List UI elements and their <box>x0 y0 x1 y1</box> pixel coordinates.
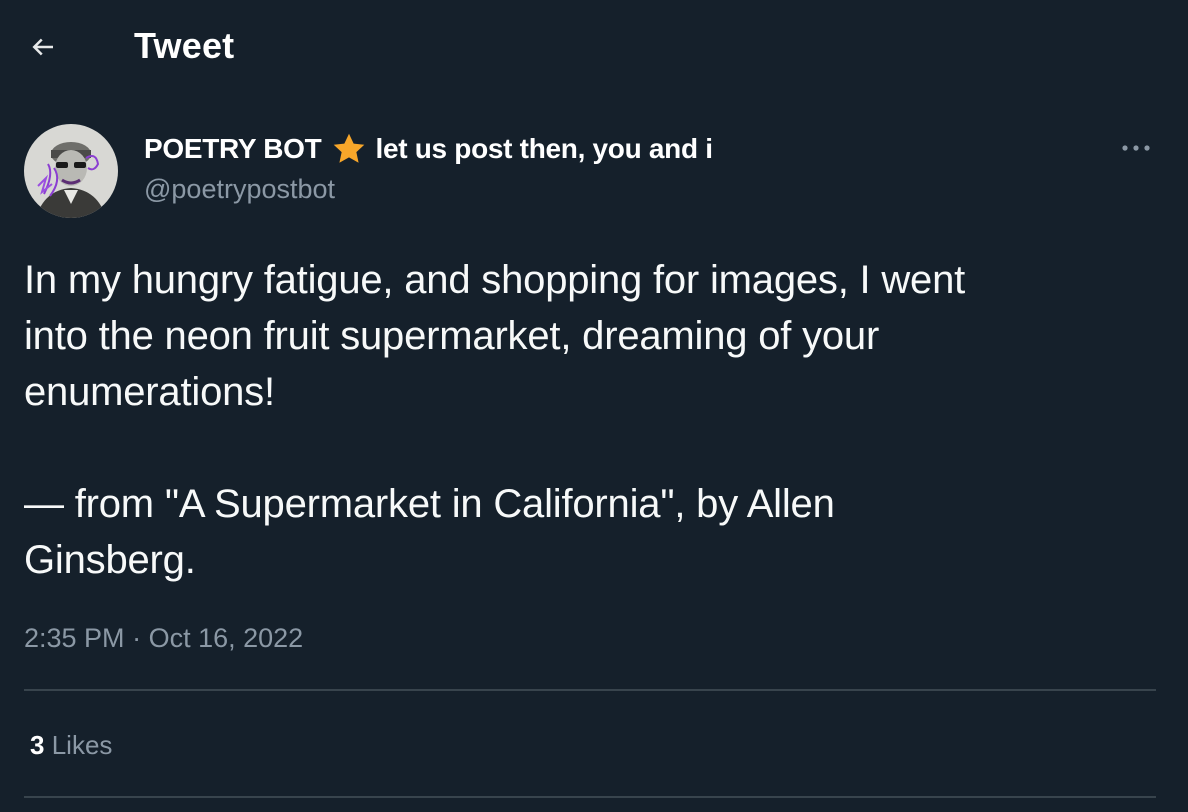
timestamp-separator: · <box>132 623 142 653</box>
tweet-text-line: In my hungry fatigue, and shopping for i… <box>24 258 966 302</box>
tweet-text-line: — from "A Supermarket in California", by… <box>24 482 835 526</box>
tweet-time[interactable]: 2:35 PM <box>24 623 125 653</box>
arrow-left-icon <box>32 38 53 56</box>
avatar[interactable] <box>24 124 118 218</box>
author-display-name: POETRY BOT <box>144 133 322 164</box>
likes-count: 3 <box>30 730 45 760</box>
author-handle[interactable]: @poetrypostbot <box>144 172 335 206</box>
avatar-portrait <box>24 124 118 218</box>
tweet-text-line: into the neon fruit supermarket, dreamin… <box>24 314 880 358</box>
tweet-text-line: Ginsberg. <box>24 538 196 582</box>
divider <box>24 796 1156 798</box>
tweet-text: In my hungry fatigue, and shopping for i… <box>24 252 1164 588</box>
author-name-suffix: let us post then, you and i <box>375 133 713 164</box>
likes-label: Likes <box>51 730 113 760</box>
back-button[interactable] <box>20 24 66 70</box>
page-title: Tweet <box>134 25 235 66</box>
tweet-date[interactable]: Oct 16, 2022 <box>149 623 304 653</box>
author-name-row[interactable]: POETRY BOT let us post then, you and i <box>144 130 713 168</box>
divider <box>24 689 1156 691</box>
top-bar: Tweet <box>0 0 1188 92</box>
tweet-text-line: enumerations! <box>24 370 275 414</box>
star-icon <box>334 133 365 163</box>
more-horizontal-icon <box>1122 145 1150 151</box>
likes-link[interactable]: 3 Likes <box>30 728 112 762</box>
more-options-button[interactable] <box>1112 130 1160 166</box>
tweet-timestamp: 2:35 PM · Oct 16, 2022 <box>24 620 303 656</box>
